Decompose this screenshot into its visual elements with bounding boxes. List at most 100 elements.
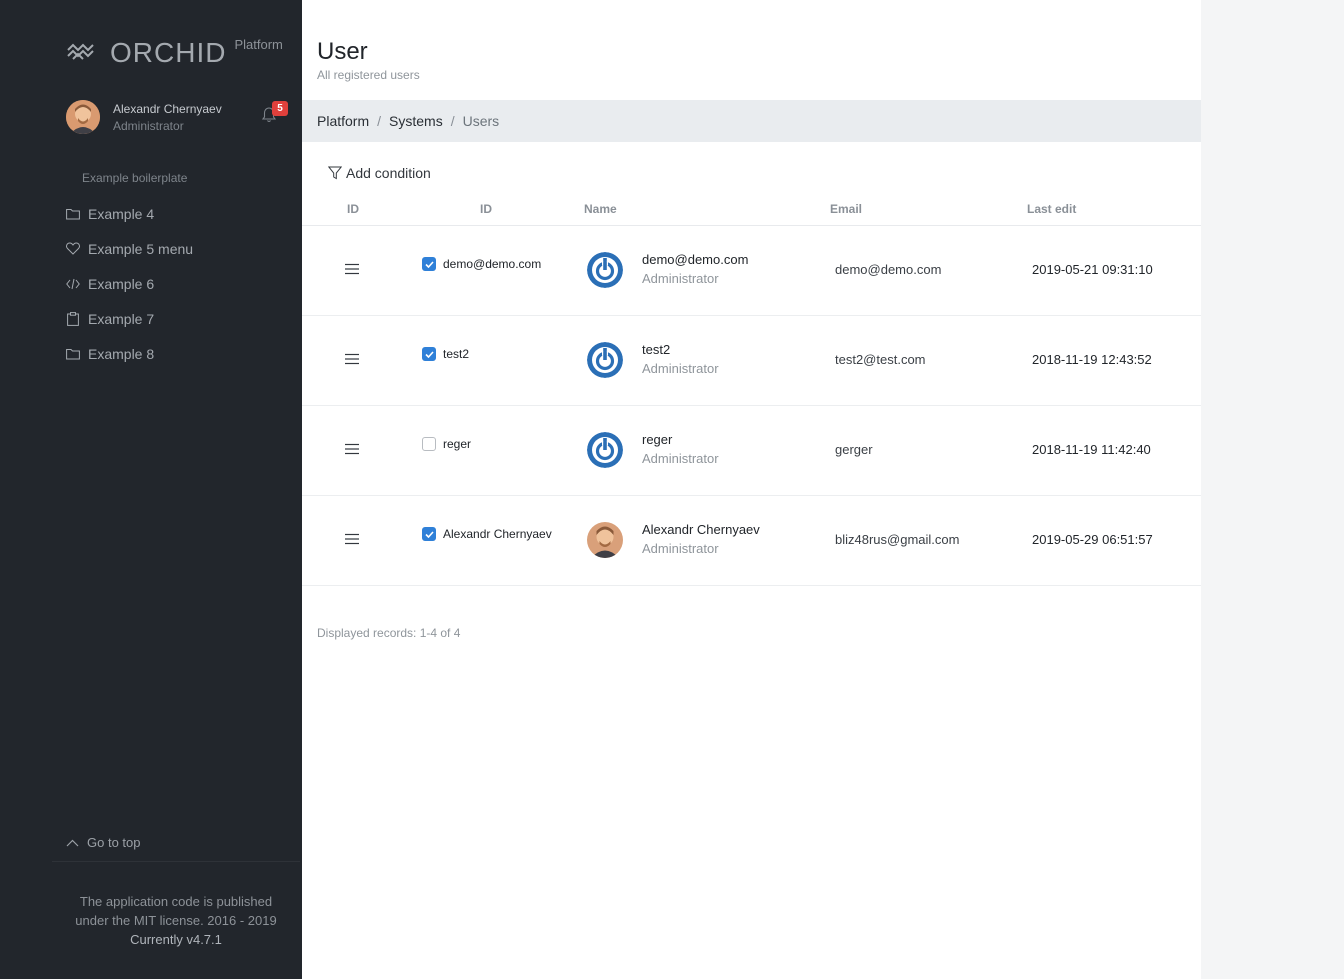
table-row: demo@demo.com demo@demo.com Administrato… [302, 226, 1201, 316]
row-id-label: demo@demo.com [443, 257, 542, 271]
user-last-edit: 2018-11-19 11:42:40 [1032, 442, 1151, 457]
breadcrumb-separator: / [377, 113, 382, 129]
avatar [587, 342, 623, 378]
footer-text: The application code is published under … [52, 892, 300, 949]
user-email: gerger [835, 442, 873, 457]
table-row: Alexandr Chernyaev Alexandr Chernyaev Ad… [302, 496, 1201, 586]
table-header: ID ID Name Email Last edit [302, 200, 1201, 226]
column-header-id-sort[interactable]: ID [347, 202, 359, 216]
brand-subtitle: Platform [234, 37, 283, 52]
user-role: Administrator [642, 271, 719, 286]
sidebar-item-label: Example 8 [88, 345, 155, 362]
user-photo-icon [587, 522, 623, 558]
row-id-label: reger [443, 437, 472, 451]
sidebar-item-label: Example 5 menu [88, 240, 194, 257]
user-last-edit: 2018-11-19 12:43:52 [1032, 352, 1152, 367]
go-to-top-link[interactable]: Go to top [66, 835, 140, 850]
check-icon [424, 530, 434, 538]
folder-icon [66, 207, 80, 221]
page-subtitle: All registered users [317, 68, 420, 82]
records-count: Displayed records: 1-4 of 4 [317, 626, 461, 640]
user-last-edit: 2019-05-21 09:31:10 [1032, 262, 1153, 277]
row-checkbox[interactable] [422, 527, 436, 541]
add-condition-label: Add condition [346, 165, 431, 181]
row-checkbox[interactable] [422, 347, 436, 361]
user-role: Administrator [642, 541, 719, 556]
sidebar-item-label: Example 4 [88, 205, 155, 222]
row-id-label: Alexandr Chernyaev [443, 527, 552, 541]
sidebar-item-example-7[interactable]: Example 7 [66, 301, 193, 336]
add-condition-button[interactable]: Add condition [328, 165, 431, 181]
user-name[interactable]: demo@demo.com [642, 252, 748, 267]
sidebar-item-example-8[interactable]: Example 8 [66, 336, 193, 371]
row-checkbox[interactable] [422, 257, 436, 271]
user-last-edit: 2019-05-29 06:51:57 [1032, 532, 1153, 547]
drag-handle-icon[interactable] [345, 533, 359, 545]
sidebar-menu: Example 4 Example 5 menu Example 6 Examp… [66, 196, 193, 371]
sidebar-item-example-6[interactable]: Example 6 [66, 266, 193, 301]
sidebar-item-label: Example 6 [88, 275, 155, 292]
heart-icon [66, 242, 80, 256]
row-select: test2 [422, 347, 469, 361]
chevron-up-icon [66, 839, 79, 846]
row-id-label: test2 [443, 347, 470, 361]
check-icon [424, 260, 434, 268]
user-email: bliz48rus@gmail.com [835, 532, 960, 547]
row-select: reger [422, 437, 471, 451]
sidebar-item-label: Example 7 [88, 310, 155, 327]
user-email: demo@demo.com [835, 262, 942, 277]
breadcrumb-separator: / [450, 113, 455, 129]
user-role: Administrator [642, 451, 719, 466]
user-photo-icon [66, 100, 100, 134]
profile-name: Alexandr Chernyaev [113, 102, 222, 116]
main-content: User All registered users Platform / Sys… [302, 0, 1201, 979]
power-icon [587, 342, 623, 378]
column-header-id[interactable]: ID [480, 202, 492, 216]
brand[interactable]: ORCHID Platform [66, 36, 283, 70]
filter-icon [328, 166, 342, 180]
avatar [587, 522, 623, 558]
table-row: test2 test2 Administrator test2@test.com… [302, 316, 1201, 406]
user-name[interactable]: Alexandr Chernyaev [642, 522, 760, 537]
menu-heading: Example boilerplate [82, 171, 188, 185]
user-name[interactable]: test2 [642, 342, 670, 357]
orchid-logo-icon [67, 43, 94, 60]
drag-handle-icon[interactable] [345, 443, 359, 455]
page-title: User [317, 38, 368, 65]
breadcrumb: Platform / Systems / Users [302, 100, 1201, 142]
table-row: reger reger Administrator gerger 2018-11… [302, 406, 1201, 496]
column-header-name[interactable]: Name [584, 202, 617, 216]
notification-badge: 5 [272, 101, 288, 116]
folder-icon [66, 347, 80, 361]
user-name[interactable]: reger [642, 432, 672, 447]
breadcrumb-platform[interactable]: Platform [317, 113, 369, 129]
sidebar-divider [52, 861, 300, 862]
check-icon [424, 350, 434, 358]
footer-line-1: The application code is published [79, 894, 273, 909]
avatar [587, 432, 623, 468]
brand-name: ORCHID [110, 37, 227, 68]
user-role: Administrator [642, 361, 719, 376]
footer-version: Currently v4.7.1 [130, 932, 222, 947]
avatar [66, 100, 100, 134]
sidebar-item-example-4[interactable]: Example 4 [66, 196, 193, 231]
column-header-last-edit[interactable]: Last edit [1027, 202, 1076, 216]
breadcrumb-systems[interactable]: Systems [389, 113, 443, 129]
drag-handle-icon[interactable] [345, 263, 359, 275]
row-select: Alexandr Chernyaev [422, 527, 552, 541]
row-checkbox[interactable] [422, 437, 436, 451]
drag-handle-icon[interactable] [345, 353, 359, 365]
power-icon [587, 252, 623, 288]
sidebar-item-example-5[interactable]: Example 5 menu [66, 231, 193, 266]
profile-role: Administrator [113, 119, 184, 133]
user-email: test2@test.com [835, 352, 926, 367]
power-icon [587, 432, 623, 468]
column-header-email[interactable]: Email [830, 202, 862, 216]
breadcrumb-users: Users [462, 113, 500, 129]
sidebar: ORCHID Platform Alexandr Chernyaev Admin… [0, 0, 302, 979]
clipboard-icon [66, 311, 80, 326]
go-to-top-label: Go to top [87, 835, 141, 850]
footer-line-2: under the MIT license. 2016 - 2019 [75, 913, 277, 928]
row-select: demo@demo.com [422, 257, 541, 271]
user-profile[interactable]: Alexandr Chernyaev Administrator 5 [66, 99, 288, 135]
